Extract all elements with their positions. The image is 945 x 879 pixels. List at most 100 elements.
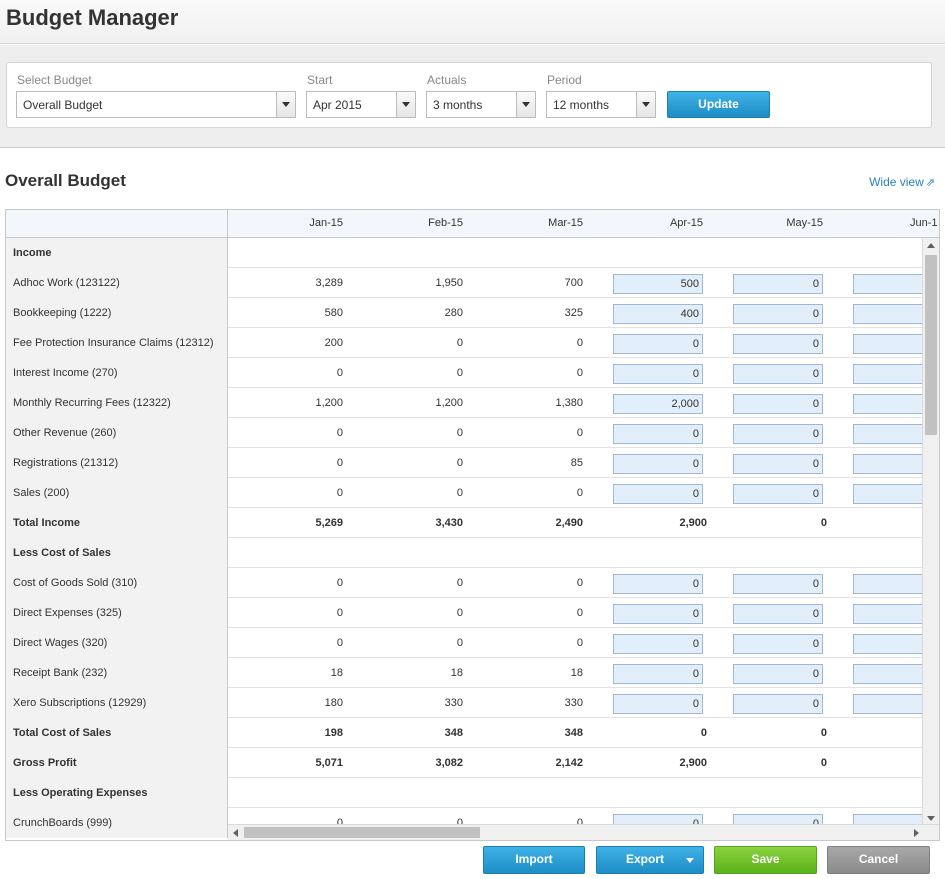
budget-input[interactable]: 0 [733, 274, 823, 294]
actual-cell: 348 [564, 727, 583, 739]
actual-cell: 0 [576, 367, 583, 379]
budget-input[interactable]: 0 [613, 334, 703, 354]
budget-input[interactable]: 0 [733, 334, 823, 354]
chevron-down-icon[interactable] [677, 847, 703, 872]
budget-input[interactable]: 0 [733, 424, 823, 444]
actual-cell: 5,071 [315, 757, 343, 769]
actual-cell: 0 [456, 337, 463, 349]
table-row: Fee Protection Insurance Claims (12312) 2… [6, 328, 939, 358]
actual-cell: 0 [336, 367, 343, 379]
table-row: Receipt Bank (232) 18 18 18 0 0 [6, 658, 939, 688]
period-dropdown[interactable]: 12 months [546, 91, 656, 118]
table-row: Adhoc Work (123122) 3,289 1,950 700 500 0 [6, 268, 939, 298]
page-title: Budget Manager [6, 5, 179, 30]
total-cell: 2,900 [679, 517, 707, 529]
budget-input[interactable]: 0 [613, 574, 703, 594]
row-label: Other Revenue (260) [6, 418, 228, 448]
total-cell: 0 [820, 727, 827, 739]
chevron-down-icon[interactable] [276, 92, 295, 117]
section-row: Income [6, 238, 939, 268]
actual-cell: 2,490 [555, 517, 583, 529]
column-header: Apr-15 [669, 217, 703, 229]
actuals-value: 3 months [433, 98, 483, 112]
start-dropdown[interactable]: Apr 2015 [306, 91, 416, 118]
filter-panel: Select Budget Overall Budget Start Apr 2… [6, 62, 932, 128]
budget-input[interactable]: 0 [613, 664, 703, 684]
chevron-down-icon[interactable] [396, 92, 415, 117]
horizontal-scrollbar[interactable] [228, 824, 939, 840]
budget-input[interactable]: 0 [733, 634, 823, 654]
actuals-dropdown[interactable]: 3 months [426, 91, 536, 118]
wide-view-link[interactable]: Wide view ⇗ [869, 175, 935, 189]
chevron-down-icon[interactable] [636, 92, 655, 117]
budget-input[interactable]: 0 [733, 664, 823, 684]
save-button[interactable]: Save [714, 846, 817, 874]
budget-input[interactable]: 0 [613, 454, 703, 474]
actual-cell: 280 [444, 307, 463, 319]
table-row: Direct Expenses (325) 0 0 0 0 0 [6, 598, 939, 628]
budget-input[interactable]: 0 [613, 424, 703, 444]
budget-input[interactable]: 0 [613, 364, 703, 384]
budget-input[interactable]: 0 [613, 484, 703, 504]
budget-input[interactable]: 0 [613, 604, 703, 624]
export-label: Export [625, 852, 664, 866]
actual-cell: 3,430 [435, 517, 463, 529]
actual-cell: 0 [336, 607, 343, 619]
budget-input[interactable]: 0 [733, 454, 823, 474]
actual-cell: 1,200 [315, 397, 343, 409]
grid-header-corner [6, 210, 228, 237]
vertical-scrollbar[interactable] [922, 238, 939, 826]
scroll-thumb[interactable] [925, 255, 937, 435]
table-row: Direct Wages (320) 0 0 0 0 0 [6, 628, 939, 658]
actual-cell: 2,142 [555, 757, 583, 769]
actual-cell: 0 [456, 577, 463, 589]
actual-cell: 18 [330, 667, 343, 679]
column-header: May-15 [786, 217, 823, 229]
scroll-down-icon[interactable] [927, 816, 935, 821]
actual-cell: 1,950 [435, 277, 463, 289]
start-value: Apr 2015 [313, 98, 362, 112]
row-label: Receipt Bank (232) [6, 658, 228, 688]
actual-cell: 0 [456, 367, 463, 379]
budget-input[interactable]: 0 [733, 694, 823, 714]
table-row: Monthly Recurring Fees (12322) 1,200 1,200… [6, 388, 939, 418]
row-label: Total Cost of Sales [6, 718, 228, 748]
external-link-icon: ⇗ [925, 177, 935, 189]
chevron-down-icon[interactable] [516, 92, 535, 117]
cancel-button[interactable]: Cancel [827, 846, 930, 874]
budget-input[interactable]: 0 [733, 394, 823, 414]
budget-input[interactable]: 0 [733, 574, 823, 594]
actual-cell: 0 [456, 607, 463, 619]
budget-input[interactable]: 0 [613, 694, 703, 714]
actual-cell: 0 [456, 487, 463, 499]
actual-cell: 180 [324, 697, 343, 709]
export-button[interactable]: Export [596, 846, 704, 874]
update-button[interactable]: Update [667, 91, 770, 118]
actual-cell: 325 [564, 307, 583, 319]
row-label: Direct Expenses (325) [6, 598, 228, 628]
wide-view-label: Wide view [869, 175, 924, 189]
budget-input[interactable]: 500 [613, 274, 703, 294]
actual-cell: 330 [564, 697, 583, 709]
table-row: Sales (200) 0 0 0 0 0 [6, 478, 939, 508]
budget-input[interactable]: 0 [733, 364, 823, 384]
import-button[interactable]: Import [483, 846, 585, 874]
budget-input[interactable]: 0 [733, 484, 823, 504]
budget-input[interactable]: 0 [733, 604, 823, 624]
budget-input[interactable]: 0 [613, 634, 703, 654]
scroll-right-icon[interactable] [914, 829, 919, 837]
select-budget-dropdown[interactable]: Overall Budget [16, 91, 296, 118]
scroll-up-icon[interactable] [927, 243, 935, 248]
scroll-left-icon[interactable] [233, 829, 238, 837]
budget-input[interactable]: 2,000 [613, 394, 703, 414]
start-label: Start [307, 73, 333, 87]
table-row: Bookkeeping (1222) 580 280 325 400 0 [6, 298, 939, 328]
row-label: CrunchBoards (999) [6, 808, 228, 838]
select-budget-label: Select Budget [17, 73, 92, 87]
budget-input[interactable]: 400 [613, 304, 703, 324]
actual-cell: 330 [444, 697, 463, 709]
actual-cell: 700 [564, 277, 583, 289]
table-row: Other Revenue (260) 0 0 0 0 0 [6, 418, 939, 448]
budget-input[interactable]: 0 [733, 304, 823, 324]
scroll-thumb[interactable] [244, 827, 480, 838]
